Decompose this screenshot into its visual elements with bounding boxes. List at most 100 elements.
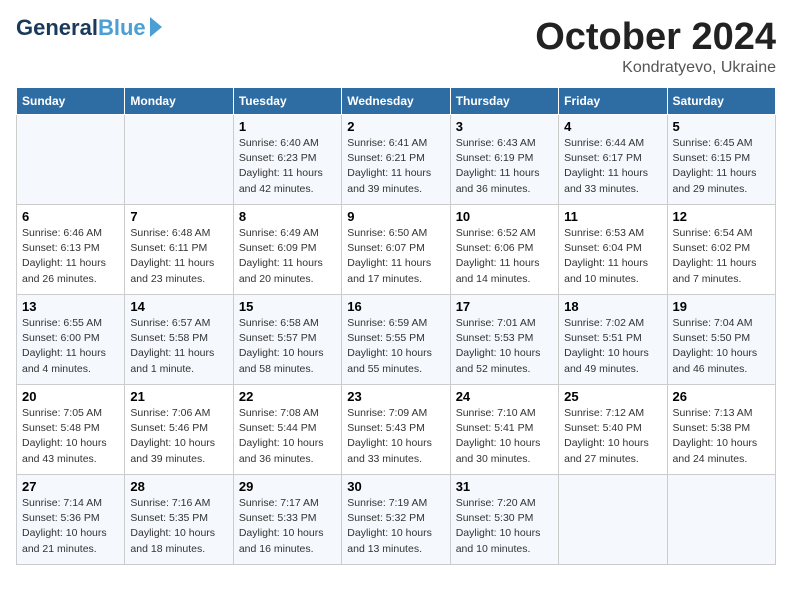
calendar-day-cell: 13 Sunrise: 6:55 AM Sunset: 6:00 PM Dayli… <box>17 295 125 385</box>
day-info: Sunrise: 7:04 AM Sunset: 5:50 PM Dayligh… <box>673 316 770 377</box>
day-number: 4 <box>564 119 661 134</box>
calendar-day-cell <box>17 115 125 205</box>
calendar-day-header: Monday <box>125 88 233 115</box>
day-number: 12 <box>673 209 770 224</box>
day-number: 2 <box>347 119 444 134</box>
day-number: 27 <box>22 479 119 494</box>
day-info: Sunrise: 6:59 AM Sunset: 5:55 PM Dayligh… <box>347 316 444 377</box>
day-info: Sunrise: 7:20 AM Sunset: 5:30 PM Dayligh… <box>456 496 553 557</box>
day-info: Sunrise: 7:05 AM Sunset: 5:48 PM Dayligh… <box>22 406 119 467</box>
day-info: Sunrise: 6:58 AM Sunset: 5:57 PM Dayligh… <box>239 316 336 377</box>
calendar-day-cell: 9Sunrise: 6:50 AM Sunset: 6:07 PM Daylig… <box>342 205 450 295</box>
day-info: Sunrise: 6:54 AM Sunset: 6:02 PM Dayligh… <box>673 226 770 287</box>
day-number: 15 <box>239 299 336 314</box>
calendar-day-cell: 16 Sunrise: 6:59 AM Sunset: 5:55 PM Dayli… <box>342 295 450 385</box>
calendar-day-cell: 4 Sunrise: 6:44 AM Sunset: 6:17 PM Daylig… <box>559 115 667 205</box>
day-info: Sunrise: 7:12 AM Sunset: 5:40 PM Dayligh… <box>564 406 661 467</box>
day-info: Sunrise: 7:16 AM Sunset: 5:35 PM Dayligh… <box>130 496 227 557</box>
calendar-day-cell: 12 Sunrise: 6:54 AM Sunset: 6:02 PM Dayli… <box>667 205 775 295</box>
day-info: Sunrise: 6:49 AM Sunset: 6:09 PM Dayligh… <box>239 226 336 287</box>
day-info: Sunrise: 7:14 AM Sunset: 5:36 PM Dayligh… <box>22 496 119 557</box>
calendar-day-header: Friday <box>559 88 667 115</box>
day-number: 22 <box>239 389 336 404</box>
calendar-week-row: 1 Sunrise: 6:40 AM Sunset: 6:23 PM Daylig… <box>17 115 776 205</box>
day-info: Sunrise: 6:41 AM Sunset: 6:21 PM Dayligh… <box>347 136 444 197</box>
calendar-day-cell: 25 Sunrise: 7:12 AM Sunset: 5:40 PM Dayli… <box>559 385 667 475</box>
day-info: Sunrise: 6:53 AM Sunset: 6:04 PM Dayligh… <box>564 226 661 287</box>
calendar-day-cell: 1 Sunrise: 6:40 AM Sunset: 6:23 PM Daylig… <box>233 115 341 205</box>
day-number: 20 <box>22 389 119 404</box>
logo-text: GeneralBlue <box>16 16 146 40</box>
calendar-day-cell: 2 Sunrise: 6:41 AM Sunset: 6:21 PM Daylig… <box>342 115 450 205</box>
calendar-day-cell: 21Sunrise: 7:06 AM Sunset: 5:46 PM Dayli… <box>125 385 233 475</box>
day-info: Sunrise: 6:55 AM Sunset: 6:00 PM Dayligh… <box>22 316 119 377</box>
day-info: Sunrise: 6:52 AM Sunset: 6:06 PM Dayligh… <box>456 226 553 287</box>
day-info: Sunrise: 7:02 AM Sunset: 5:51 PM Dayligh… <box>564 316 661 377</box>
calendar-day-cell: 5 Sunrise: 6:45 AM Sunset: 6:15 PM Daylig… <box>667 115 775 205</box>
calendar-day-cell: 8 Sunrise: 6:49 AM Sunset: 6:09 PM Daylig… <box>233 205 341 295</box>
day-info: Sunrise: 6:48 AM Sunset: 6:11 PM Dayligh… <box>130 226 227 287</box>
calendar-week-row: 13 Sunrise: 6:55 AM Sunset: 6:00 PM Dayli… <box>17 295 776 385</box>
calendar-day-cell: 27 Sunrise: 7:14 AM Sunset: 5:36 PM Dayli… <box>17 475 125 565</box>
day-number: 24 <box>456 389 553 404</box>
calendar-day-cell: 26Sunrise: 7:13 AM Sunset: 5:38 PM Dayli… <box>667 385 775 475</box>
calendar-day-header: Saturday <box>667 88 775 115</box>
calendar-day-cell <box>559 475 667 565</box>
day-number: 9 <box>347 209 444 224</box>
calendar-day-cell <box>125 115 233 205</box>
calendar-day-cell: 28Sunrise: 7:16 AM Sunset: 5:35 PM Dayli… <box>125 475 233 565</box>
day-number: 13 <box>22 299 119 314</box>
calendar-header-row: SundayMondayTuesdayWednesdayThursdayFrid… <box>17 88 776 115</box>
calendar-day-cell: 20 Sunrise: 7:05 AM Sunset: 5:48 PM Dayli… <box>17 385 125 475</box>
calendar-day-cell: 24 Sunrise: 7:10 AM Sunset: 5:41 PM Dayli… <box>450 385 558 475</box>
day-number: 19 <box>673 299 770 314</box>
day-number: 18 <box>564 299 661 314</box>
calendar-week-row: 27 Sunrise: 7:14 AM Sunset: 5:36 PM Dayli… <box>17 475 776 565</box>
day-info: Sunrise: 7:19 AM Sunset: 5:32 PM Dayligh… <box>347 496 444 557</box>
calendar-day-header: Tuesday <box>233 88 341 115</box>
day-number: 23 <box>347 389 444 404</box>
calendar-day-header: Sunday <box>17 88 125 115</box>
calendar-day-cell <box>667 475 775 565</box>
day-number: 5 <box>673 119 770 134</box>
calendar-day-cell: 17Sunrise: 7:01 AM Sunset: 5:53 PM Dayli… <box>450 295 558 385</box>
day-info: Sunrise: 6:43 AM Sunset: 6:19 PM Dayligh… <box>456 136 553 197</box>
calendar-day-cell: 23Sunrise: 7:09 AM Sunset: 5:43 PM Dayli… <box>342 385 450 475</box>
day-number: 14 <box>130 299 227 314</box>
day-number: 3 <box>456 119 553 134</box>
day-number: 1 <box>239 119 336 134</box>
day-number: 17 <box>456 299 553 314</box>
calendar-body: 1 Sunrise: 6:40 AM Sunset: 6:23 PM Daylig… <box>17 115 776 565</box>
calendar-day-cell: 22Sunrise: 7:08 AM Sunset: 5:44 PM Dayli… <box>233 385 341 475</box>
day-info: Sunrise: 6:57 AM Sunset: 5:58 PM Dayligh… <box>130 316 227 377</box>
logo: GeneralBlue <box>16 16 162 40</box>
location-title: Kondratyevo, Ukraine <box>535 59 776 77</box>
day-info: Sunrise: 6:44 AM Sunset: 6:17 PM Dayligh… <box>564 136 661 197</box>
day-number: 21 <box>130 389 227 404</box>
day-number: 16 <box>347 299 444 314</box>
day-number: 10 <box>456 209 553 224</box>
day-info: Sunrise: 7:10 AM Sunset: 5:41 PM Dayligh… <box>456 406 553 467</box>
day-info: Sunrise: 7:17 AM Sunset: 5:33 PM Dayligh… <box>239 496 336 557</box>
calendar-day-cell: 10 Sunrise: 6:52 AM Sunset: 6:06 PM Dayli… <box>450 205 558 295</box>
day-number: 6 <box>22 209 119 224</box>
day-number: 8 <box>239 209 336 224</box>
logo-arrow-icon <box>150 17 162 37</box>
day-info: Sunrise: 6:40 AM Sunset: 6:23 PM Dayligh… <box>239 136 336 197</box>
day-number: 30 <box>347 479 444 494</box>
title-block: October 2024 Kondratyevo, Ukraine <box>535 16 776 77</box>
calendar-day-cell: 3 Sunrise: 6:43 AM Sunset: 6:19 PM Daylig… <box>450 115 558 205</box>
calendar-day-cell: 7 Sunrise: 6:48 AM Sunset: 6:11 PM Daylig… <box>125 205 233 295</box>
calendar-day-cell: 6Sunrise: 6:46 AM Sunset: 6:13 PM Daylig… <box>17 205 125 295</box>
day-number: 26 <box>673 389 770 404</box>
day-info: Sunrise: 6:45 AM Sunset: 6:15 PM Dayligh… <box>673 136 770 197</box>
calendar-week-row: 6Sunrise: 6:46 AM Sunset: 6:13 PM Daylig… <box>17 205 776 295</box>
calendar-day-cell: 11Sunrise: 6:53 AM Sunset: 6:04 PM Dayli… <box>559 205 667 295</box>
day-number: 7 <box>130 209 227 224</box>
calendar-day-cell: 30 Sunrise: 7:19 AM Sunset: 5:32 PM Dayli… <box>342 475 450 565</box>
calendar-day-header: Thursday <box>450 88 558 115</box>
month-title: October 2024 <box>535 16 776 59</box>
day-number: 25 <box>564 389 661 404</box>
calendar-table: SundayMondayTuesdayWednesdayThursdayFrid… <box>16 87 776 565</box>
calendar-day-header: Wednesday <box>342 88 450 115</box>
